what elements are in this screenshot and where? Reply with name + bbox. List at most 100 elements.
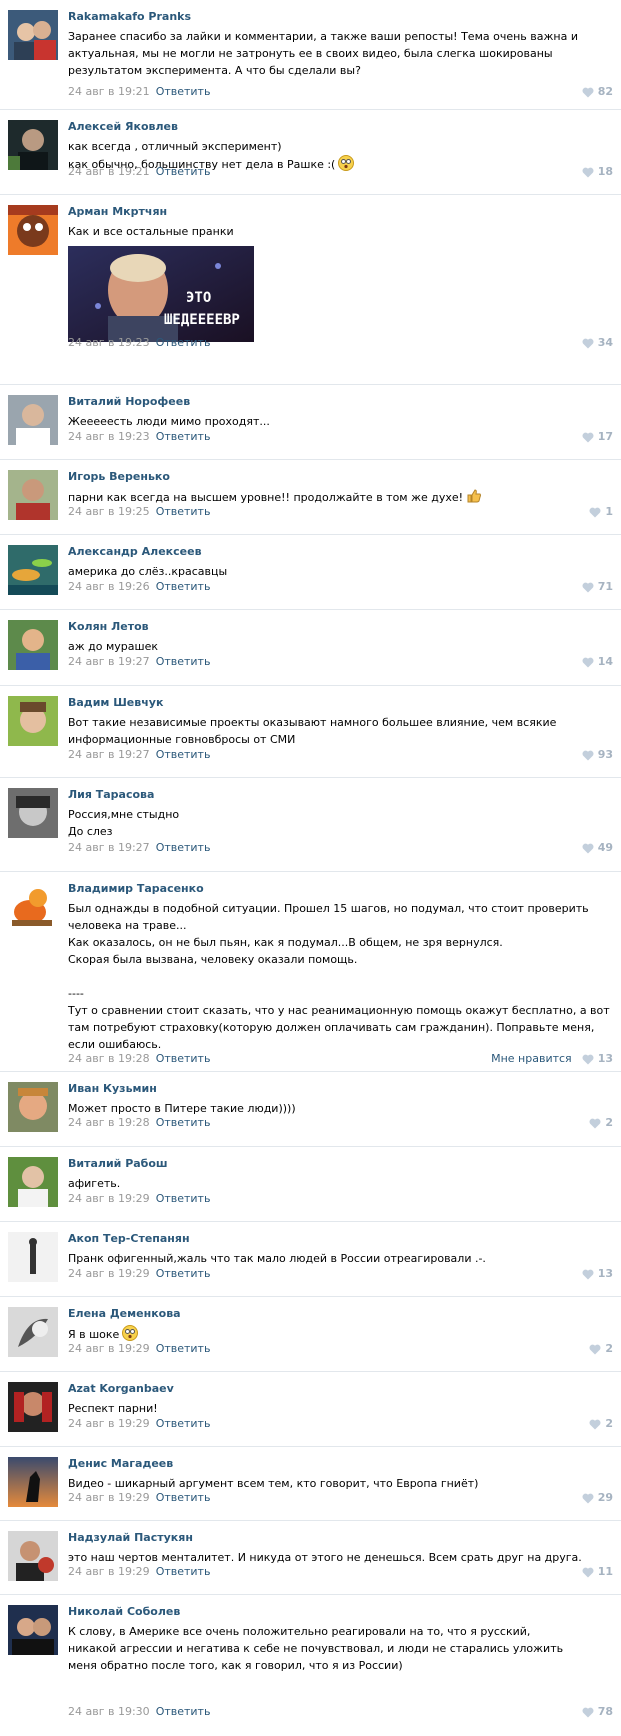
comment-author-link[interactable]: Вадим Шевчук [68, 696, 613, 710]
reply-button[interactable]: Ответить [156, 1417, 211, 1430]
avatar[interactable] [8, 882, 58, 932]
comment-author-link[interactable]: Владимир Тарасенко [68, 882, 613, 896]
avatar[interactable] [8, 205, 58, 255]
like-button[interactable]: 18 [582, 165, 613, 179]
comment-time[interactable]: 24 авг в 19:23 [68, 430, 150, 443]
comment-author-link[interactable]: Игорь Веренько [68, 470, 613, 484]
like-count: 93 [597, 748, 613, 761]
reply-button[interactable]: Ответить [156, 841, 211, 854]
comment-author-link[interactable]: Надзулай Пастукян [68, 1531, 613, 1545]
avatar[interactable] [8, 696, 58, 746]
comment-author-link[interactable]: Колян Летов [68, 620, 613, 634]
comment-time[interactable]: 24 авг в 19:29 [68, 1342, 150, 1355]
heart-icon [582, 1707, 594, 1717]
comment-time[interactable]: 24 авг в 19:28 [68, 1116, 150, 1129]
comment-author-link[interactable]: Виталий Норофеев [68, 395, 613, 409]
like-button[interactable]: 14 [582, 655, 613, 669]
like-button[interactable]: 29 [582, 1491, 613, 1505]
avatar[interactable] [8, 545, 58, 595]
reply-button[interactable]: Ответить [156, 580, 211, 593]
like-button[interactable]: 93 [582, 748, 613, 762]
comment-author-link[interactable]: Денис Магадеев [68, 1457, 613, 1471]
comment-time[interactable]: 24 авг в 19:27 [68, 841, 150, 854]
heart-icon [582, 1054, 594, 1064]
comment-author-link[interactable]: Елена Деменкова [68, 1307, 613, 1321]
avatar[interactable] [8, 1531, 58, 1581]
reply-button[interactable]: Ответить [156, 1491, 211, 1504]
comment-author-link[interactable]: Виталий Рабош [68, 1157, 613, 1171]
reply-button[interactable]: Ответить [156, 1565, 211, 1578]
comment-author-link[interactable]: Azat Korganbaev [68, 1382, 613, 1396]
avatar[interactable] [8, 10, 58, 60]
reply-button[interactable]: Ответить [156, 748, 211, 761]
comment-time[interactable]: 24 авг в 19:27 [68, 655, 150, 668]
comment-author-link[interactable]: Rakamakafo Pranks [68, 10, 613, 24]
like-button[interactable]: 2 [589, 1342, 613, 1356]
like-button[interactable]: 1 [589, 505, 613, 519]
reply-button[interactable]: Ответить [156, 336, 211, 349]
reply-button[interactable]: Ответить [156, 85, 211, 98]
comment-time[interactable]: 24 авг в 19:29 [68, 1565, 150, 1578]
reply-button[interactable]: Ответить [156, 1192, 211, 1205]
like-button[interactable]: 71 [582, 580, 613, 594]
reply-button[interactable]: Ответить [156, 1116, 211, 1129]
avatar[interactable] [8, 1157, 58, 1207]
avatar[interactable] [8, 1307, 58, 1357]
comment-time[interactable]: 24 авг в 19:29 [68, 1267, 150, 1280]
comment-time[interactable]: 24 авг в 19:26 [68, 580, 150, 593]
avatar[interactable] [8, 395, 58, 445]
comment-time[interactable]: 24 авг в 19:28 [68, 1052, 150, 1065]
comment-item: Николай Соболев К слову, в Америке все о… [0, 1595, 621, 1736]
avatar[interactable] [8, 620, 58, 670]
comment-author-link[interactable]: Акоп Тер-Степанян [68, 1232, 613, 1246]
avatar[interactable] [8, 470, 58, 520]
comment-author-link[interactable]: Александр Алексеев [68, 545, 613, 559]
comment-time[interactable]: 24 авг в 19:25 [68, 505, 150, 518]
comment-item: Лия Тарасова Россия,мне стыдно До слез 2… [0, 778, 621, 872]
comment-time[interactable]: 24 авг в 19:21 [68, 85, 150, 98]
thumbs-up-emoji-icon [467, 489, 482, 503]
like-button[interactable]: 17 [582, 430, 613, 444]
like-button[interactable]: 11 [582, 1565, 613, 1579]
reply-button[interactable]: Ответить [156, 1705, 211, 1718]
like-button[interactable]: Мне нравится 13 [491, 1052, 613, 1066]
like-count: 2 [605, 1417, 613, 1430]
avatar[interactable] [8, 1232, 58, 1282]
reply-button[interactable]: Ответить [156, 655, 211, 668]
comment-time[interactable]: 24 авг в 19:30 [68, 1705, 150, 1718]
comment-text-wrap: Я в шоке [68, 1325, 613, 1343]
reply-button[interactable]: Ответить [156, 1052, 211, 1065]
avatar[interactable] [8, 1605, 58, 1655]
comment-author-link[interactable]: Иван Кузьмин [68, 1082, 613, 1096]
reply-button[interactable]: Ответить [156, 1267, 211, 1280]
comment-time[interactable]: 24 авг в 19:27 [68, 748, 150, 761]
avatar[interactable] [8, 788, 58, 838]
like-button[interactable]: 2 [589, 1417, 613, 1431]
reply-button[interactable]: Ответить [156, 430, 211, 443]
comment-author-link[interactable]: Алексей Яковлев [68, 120, 613, 134]
avatar[interactable] [8, 120, 58, 170]
avatar[interactable] [8, 1457, 58, 1507]
like-button[interactable]: 49 [582, 841, 613, 855]
like-button[interactable]: 34 [582, 336, 613, 350]
comment-time[interactable]: 24 авг в 19:29 [68, 1417, 150, 1430]
avatar[interactable] [8, 1082, 58, 1132]
comment-author-link[interactable]: Лия Тарасова [68, 788, 613, 802]
comment-time[interactable]: 24 авг в 19:21 [68, 165, 150, 178]
comment-author-link[interactable]: Арман Мкртчян [68, 205, 613, 219]
comment-time[interactable]: 24 авг в 19:29 [68, 1491, 150, 1504]
comment-time[interactable]: 24 авг в 19:29 [68, 1192, 150, 1205]
reply-button[interactable]: Ответить [156, 505, 211, 518]
meme-image[interactable]: ЭТО ШЕДЕЕЕЕВР [68, 246, 254, 342]
comment-meta: 24 авг в 19:29 Ответить [68, 1565, 210, 1579]
comment-time[interactable]: 24 авг в 19:23 [68, 336, 150, 349]
comment-author-link[interactable]: Николай Соболев [68, 1605, 568, 1619]
like-button[interactable]: 13 [582, 1267, 613, 1281]
reply-button[interactable]: Ответить [156, 165, 211, 178]
comment-meta: 24 авг в 19:29 Ответить [68, 1417, 210, 1431]
like-button[interactable]: 82 [582, 85, 613, 99]
like-button[interactable]: 2 [589, 1116, 613, 1130]
reply-button[interactable]: Ответить [156, 1342, 211, 1355]
like-button[interactable]: 78 [582, 1705, 613, 1719]
avatar[interactable] [8, 1382, 58, 1432]
